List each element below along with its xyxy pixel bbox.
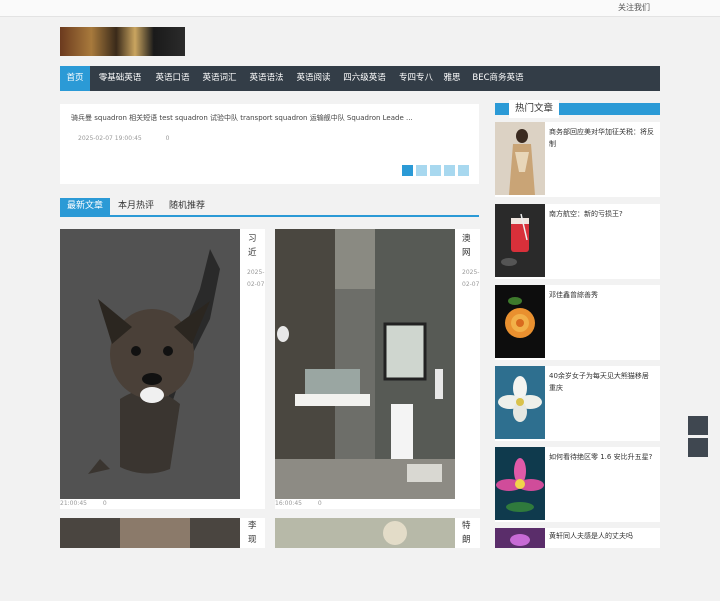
tab-latest[interactable]: 最新文章 (60, 198, 110, 215)
slider-dot-5[interactable] (458, 165, 469, 176)
article-image-bathroom[interactable] (275, 229, 455, 499)
hot-article-title[interactable]: 南方航空：新的亏损王? (549, 208, 655, 220)
site-logo[interactable] (60, 27, 185, 56)
hot-article-thumb[interactable] (495, 528, 545, 601)
slider-dot-4[interactable] (444, 165, 455, 176)
article-image-dog[interactable] (60, 229, 240, 499)
hot-article-item[interactable]: 南方航空：新的亏损王? (495, 204, 660, 279)
slider-dot-1[interactable] (402, 165, 413, 176)
article-time: 16:00:45 (275, 500, 302, 507)
slider-dot-3[interactable] (430, 165, 441, 176)
nav-item-reading[interactable]: 英语阅读 (290, 66, 337, 91)
article-card[interactable]: 澳网 2025-02-07 16:00:45 0 (275, 229, 480, 509)
nav-item-ielts[interactable]: 雅思 (440, 66, 464, 91)
tab-random[interactable]: 随机推荐 (163, 198, 211, 215)
hot-article-thumb[interactable] (495, 447, 545, 520)
hot-article-item[interactable]: 黄轩同人夫感是人的丈夫吗 (495, 528, 660, 548)
article-title[interactable]: 李现 (248, 519, 262, 547)
article-card[interactable]: 李现 (60, 518, 265, 548)
article-date: 2025-02-07 (247, 269, 265, 288)
top-bar: 关注我们 (0, 0, 720, 17)
hot-article-title[interactable]: 如何看待绝区零 1.6 安比升五星? (549, 451, 655, 463)
article-title[interactable]: 习近 (248, 232, 262, 260)
nav-item-grammar[interactable]: 英语语法 (243, 66, 290, 91)
nav-item-tem[interactable]: 专四专八 (392, 66, 440, 91)
hot-article-title[interactable]: 商务部回应美对华加征关税：将反制 (549, 126, 655, 150)
slider-dot-2[interactable] (416, 165, 427, 176)
hot-article-item[interactable]: 商务部回应美对华加征关税：将反制 (495, 122, 660, 197)
nav-item-spoken-english[interactable]: 英语口语 (149, 66, 196, 91)
article-meta: 16:00:45 0 (275, 500, 322, 507)
hot-article-item[interactable]: 邓佳鑫曾綜善秀 (495, 285, 660, 360)
article-tabs: 最新文章 本月热评 随机推荐 (60, 198, 479, 217)
hot-article-thumb[interactable] (495, 285, 545, 358)
hot-articles-header: 热门文章 (495, 100, 660, 118)
hot-article-thumb[interactable] (495, 366, 545, 439)
tab-monthly-hot[interactable]: 本月热评 (112, 198, 160, 215)
hot-article-thumb[interactable] (495, 204, 545, 277)
slider-text[interactable]: 骑兵曼 squadron 相关短语 test squadron 试验中队 tra… (71, 113, 413, 123)
hot-article-thumb[interactable] (495, 122, 545, 195)
slider-meta: 2025-02-07 19:00:45 0 (78, 135, 191, 142)
article-date: 2025-02-07 (462, 269, 480, 288)
article-time: 21:00:45 (60, 500, 87, 507)
side-float-button-1[interactable] (688, 416, 708, 435)
nav-item-vocabulary[interactable]: 英语词汇 (196, 66, 243, 91)
article-count: 0 (102, 500, 107, 507)
article-image[interactable] (60, 518, 240, 548)
nav-item-home[interactable]: 首页 (60, 66, 90, 91)
slider-count: 0 (165, 135, 170, 142)
hot-article-title[interactable]: 邓佳鑫曾綜善秀 (549, 289, 655, 301)
hot-article-title[interactable]: 40余岁女子为每天见大熊猫移居重庆 (549, 370, 655, 394)
hot-article-title[interactable]: 黄轩同人夫感是人的丈夫吗 (549, 530, 655, 542)
follow-us-link[interactable]: 关注我们 (618, 2, 650, 13)
article-title[interactable]: 澳网 (462, 232, 476, 260)
nav-item-cet[interactable]: 四六级英语 (337, 66, 392, 91)
main-nav: 首页 零基础英语 英语口语 英语词汇 英语语法 英语阅读 四六级英语 专四专八 … (60, 66, 660, 91)
article-image[interactable] (275, 518, 455, 548)
article-title[interactable]: 特朗 (462, 519, 476, 547)
article-card[interactable]: 习近 2025-02-07 21:00:45 0 (60, 229, 265, 509)
hot-article-item[interactable]: 如何看待绝区零 1.6 安比升五星? (495, 447, 660, 522)
nav-item-bec[interactable]: BEC商务英语 (466, 66, 530, 91)
slider-panel: 骑兵曼 squadron 相关短语 test squadron 试验中队 tra… (60, 104, 479, 184)
nav-item-basic-english[interactable]: 零基础英语 (91, 66, 149, 91)
article-count: 0 (317, 500, 322, 507)
article-meta: 21:00:45 0 (60, 500, 107, 507)
hot-article-item[interactable]: 40余岁女子为每天见大熊猫移居重庆 (495, 366, 660, 441)
hot-articles-title: 热门文章 (509, 100, 559, 118)
article-card[interactable]: 特朗 (275, 518, 480, 548)
slider-date: 2025-02-07 19:00:45 (78, 135, 142, 142)
side-float-button-2[interactable] (688, 438, 708, 457)
